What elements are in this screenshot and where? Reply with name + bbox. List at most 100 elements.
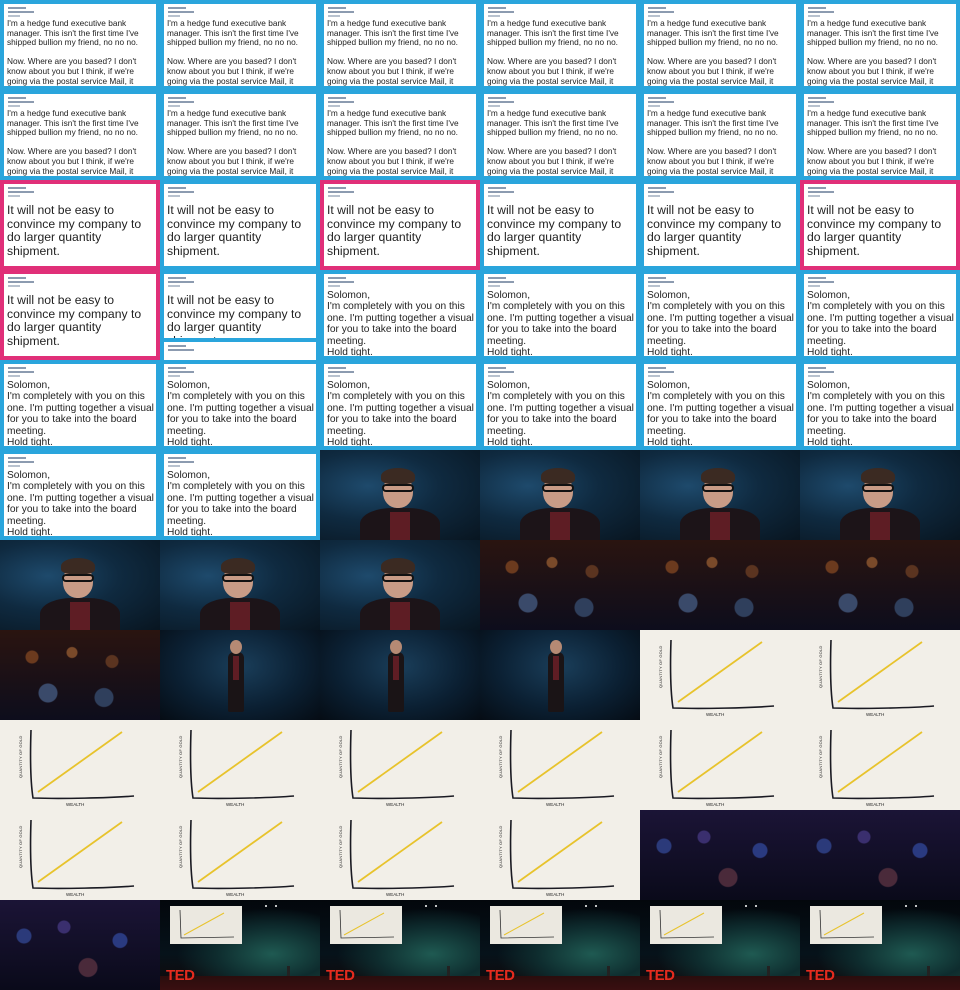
email-header-line <box>168 281 194 283</box>
projector-screen <box>810 906 882 944</box>
chart-series-line <box>37 821 123 883</box>
email-header-line <box>168 277 186 279</box>
email-card: It will not be easy to convince my compa… <box>164 274 316 338</box>
email-message: Solomon, I'm completely with you on this… <box>167 380 314 446</box>
email-header-line <box>328 195 340 197</box>
email-message: It will not be easy to convince my compa… <box>487 203 622 258</box>
email-message: Solomon, I'm completely with you on this… <box>647 380 794 446</box>
video-frame-thumbnail: Solomon, I'm completely with you on this… <box>800 360 960 450</box>
email-message: Solomon, I'm completely with you on this… <box>807 290 954 356</box>
email-header-line <box>648 285 660 287</box>
wealth-gold-chart <box>509 729 615 800</box>
video-frame-thumbnail <box>800 450 960 540</box>
wealth-gold-chart <box>509 819 615 890</box>
video-frame-thumbnail: QUANTITY OF GOLD WEALTH <box>800 630 960 720</box>
speaker-shirt <box>390 602 410 630</box>
speaker-shirt <box>553 656 559 680</box>
wealth-gold-chart <box>189 819 295 890</box>
email-header-line <box>328 15 340 17</box>
email-header-line <box>808 187 826 189</box>
chart-ylabel: QUANTITY OF GOLD <box>818 645 823 688</box>
chart-series-line <box>677 731 763 793</box>
email-header-line <box>648 187 666 189</box>
speaker-hair <box>381 558 415 574</box>
chart-ylabel: QUANTITY OF GOLD <box>658 735 663 778</box>
email-header-line <box>328 187 346 189</box>
email-message: I'm a hedge fund executive bank manager.… <box>807 108 939 176</box>
email-header-line <box>8 101 34 103</box>
chart-xlabel: WEALTH <box>66 892 85 897</box>
stage-light <box>425 905 427 907</box>
email-card: I'm a hedge fund executive bank manager.… <box>164 4 316 86</box>
email-card: I'm a hedge fund executive bank manager.… <box>324 4 476 86</box>
email-card: I'm a hedge fund executive bank manager.… <box>644 94 796 176</box>
email-message: Solomon, I'm completely with you on this… <box>327 290 474 356</box>
email-header-line <box>808 285 820 287</box>
video-frame-thumbnail: Solomon, I'm completely with you on this… <box>640 360 800 450</box>
email-header-line <box>488 195 500 197</box>
email-header-line <box>808 371 834 373</box>
chart-series-line <box>357 731 443 793</box>
video-frame-thumbnail: Solomon, I'm completely with you on this… <box>800 270 960 360</box>
email-header-line <box>8 285 20 287</box>
email-header-line <box>8 465 20 467</box>
email-card: Solomon, I'm completely with you on this… <box>4 454 156 536</box>
video-frame-thumbnail: Solomon, I'm completely with you on this… <box>480 360 640 450</box>
email-message: I'm a hedge fund executive bank manager.… <box>487 108 619 176</box>
speaker-head <box>230 640 242 654</box>
email-message: It will not be easy to convince my compa… <box>807 203 942 258</box>
email-message: It will not be easy to convince my compa… <box>327 203 462 258</box>
email-message: Solomon, I'm completely with you on this… <box>167 470 314 536</box>
email-header-line <box>328 191 354 193</box>
glasses-icon <box>542 484 574 492</box>
email-message: I'm a hedge fund executive bank manager.… <box>7 18 139 86</box>
stage-light <box>585 905 587 907</box>
video-frame-thumbnail: Solomon, I'm completely with you on this… <box>160 450 320 540</box>
email-header-line <box>168 7 186 9</box>
email-message: I'm a hedge fund executive bank manager.… <box>7 108 139 176</box>
speaker-on-stage <box>927 966 930 976</box>
video-frame-thumbnail: Solomon, I'm completely with you on this… <box>320 270 480 360</box>
video-frame-thumbnail <box>0 900 160 990</box>
video-frame-thumbnail: QUANTITY OF GOLD WEALTH <box>0 720 160 810</box>
email-header-line <box>328 285 340 287</box>
video-frame-thumbnail <box>640 810 800 900</box>
video-frame-thumbnail: QUANTITY OF GOLD WEALTH <box>640 630 800 720</box>
speaker-shirt <box>550 512 570 540</box>
ted-logo: TED <box>486 967 515 984</box>
video-frame-thumbnail <box>0 540 160 630</box>
video-frame-thumbnail: QUANTITY OF GOLD WEALTH <box>320 720 480 810</box>
email-header-line <box>648 281 674 283</box>
email-card: I'm a hedge fund executive bank manager.… <box>164 94 316 176</box>
wealth-gold-chart <box>829 639 935 710</box>
video-frame-thumbnail <box>320 540 480 630</box>
email-message: Solomon, I'm completely with you on this… <box>487 380 634 446</box>
chart-ylabel: QUANTITY OF GOLD <box>178 735 183 778</box>
speaker-on-stage <box>607 966 610 976</box>
email-card: I'm a hedge fund executive bank manager.… <box>804 4 956 86</box>
chart-ylabel: QUANTITY OF GOLD <box>338 735 343 778</box>
email-header-line <box>808 281 834 283</box>
speaker-shirt <box>390 512 410 540</box>
frame-grid: I'm a hedge fund executive bank manager.… <box>0 0 960 990</box>
chart-series-line <box>37 731 123 793</box>
email-header-line <box>808 7 826 9</box>
email-header-line <box>168 105 180 107</box>
email-message: Solomon, I'm completely with you on this… <box>487 290 634 356</box>
email-message: Solomon, I'm completely with you on this… <box>647 290 794 356</box>
video-frame-thumbnail: It will not be easy to convince my compa… <box>160 180 320 270</box>
stage-light <box>905 905 907 907</box>
video-frame-thumbnail: Solomon, I'm completely with you on this… <box>480 270 640 360</box>
email-header-line <box>488 101 514 103</box>
speaker-shirt <box>230 602 250 630</box>
speaker-shirt <box>393 656 399 680</box>
chart-ylabel: QUANTITY OF GOLD <box>338 825 343 868</box>
email-header-line <box>168 15 180 17</box>
chart-series-line <box>517 731 603 793</box>
video-frame-thumbnail: Solomon, I'm completely with you on this… <box>640 270 800 360</box>
speaker-head <box>550 640 562 654</box>
email-header-line <box>168 195 180 197</box>
video-frame-thumbnail: It will not be easy to convince my compa… <box>640 180 800 270</box>
email-header-line <box>8 195 20 197</box>
email-message: It will not be easy to convince my compa… <box>7 203 142 258</box>
